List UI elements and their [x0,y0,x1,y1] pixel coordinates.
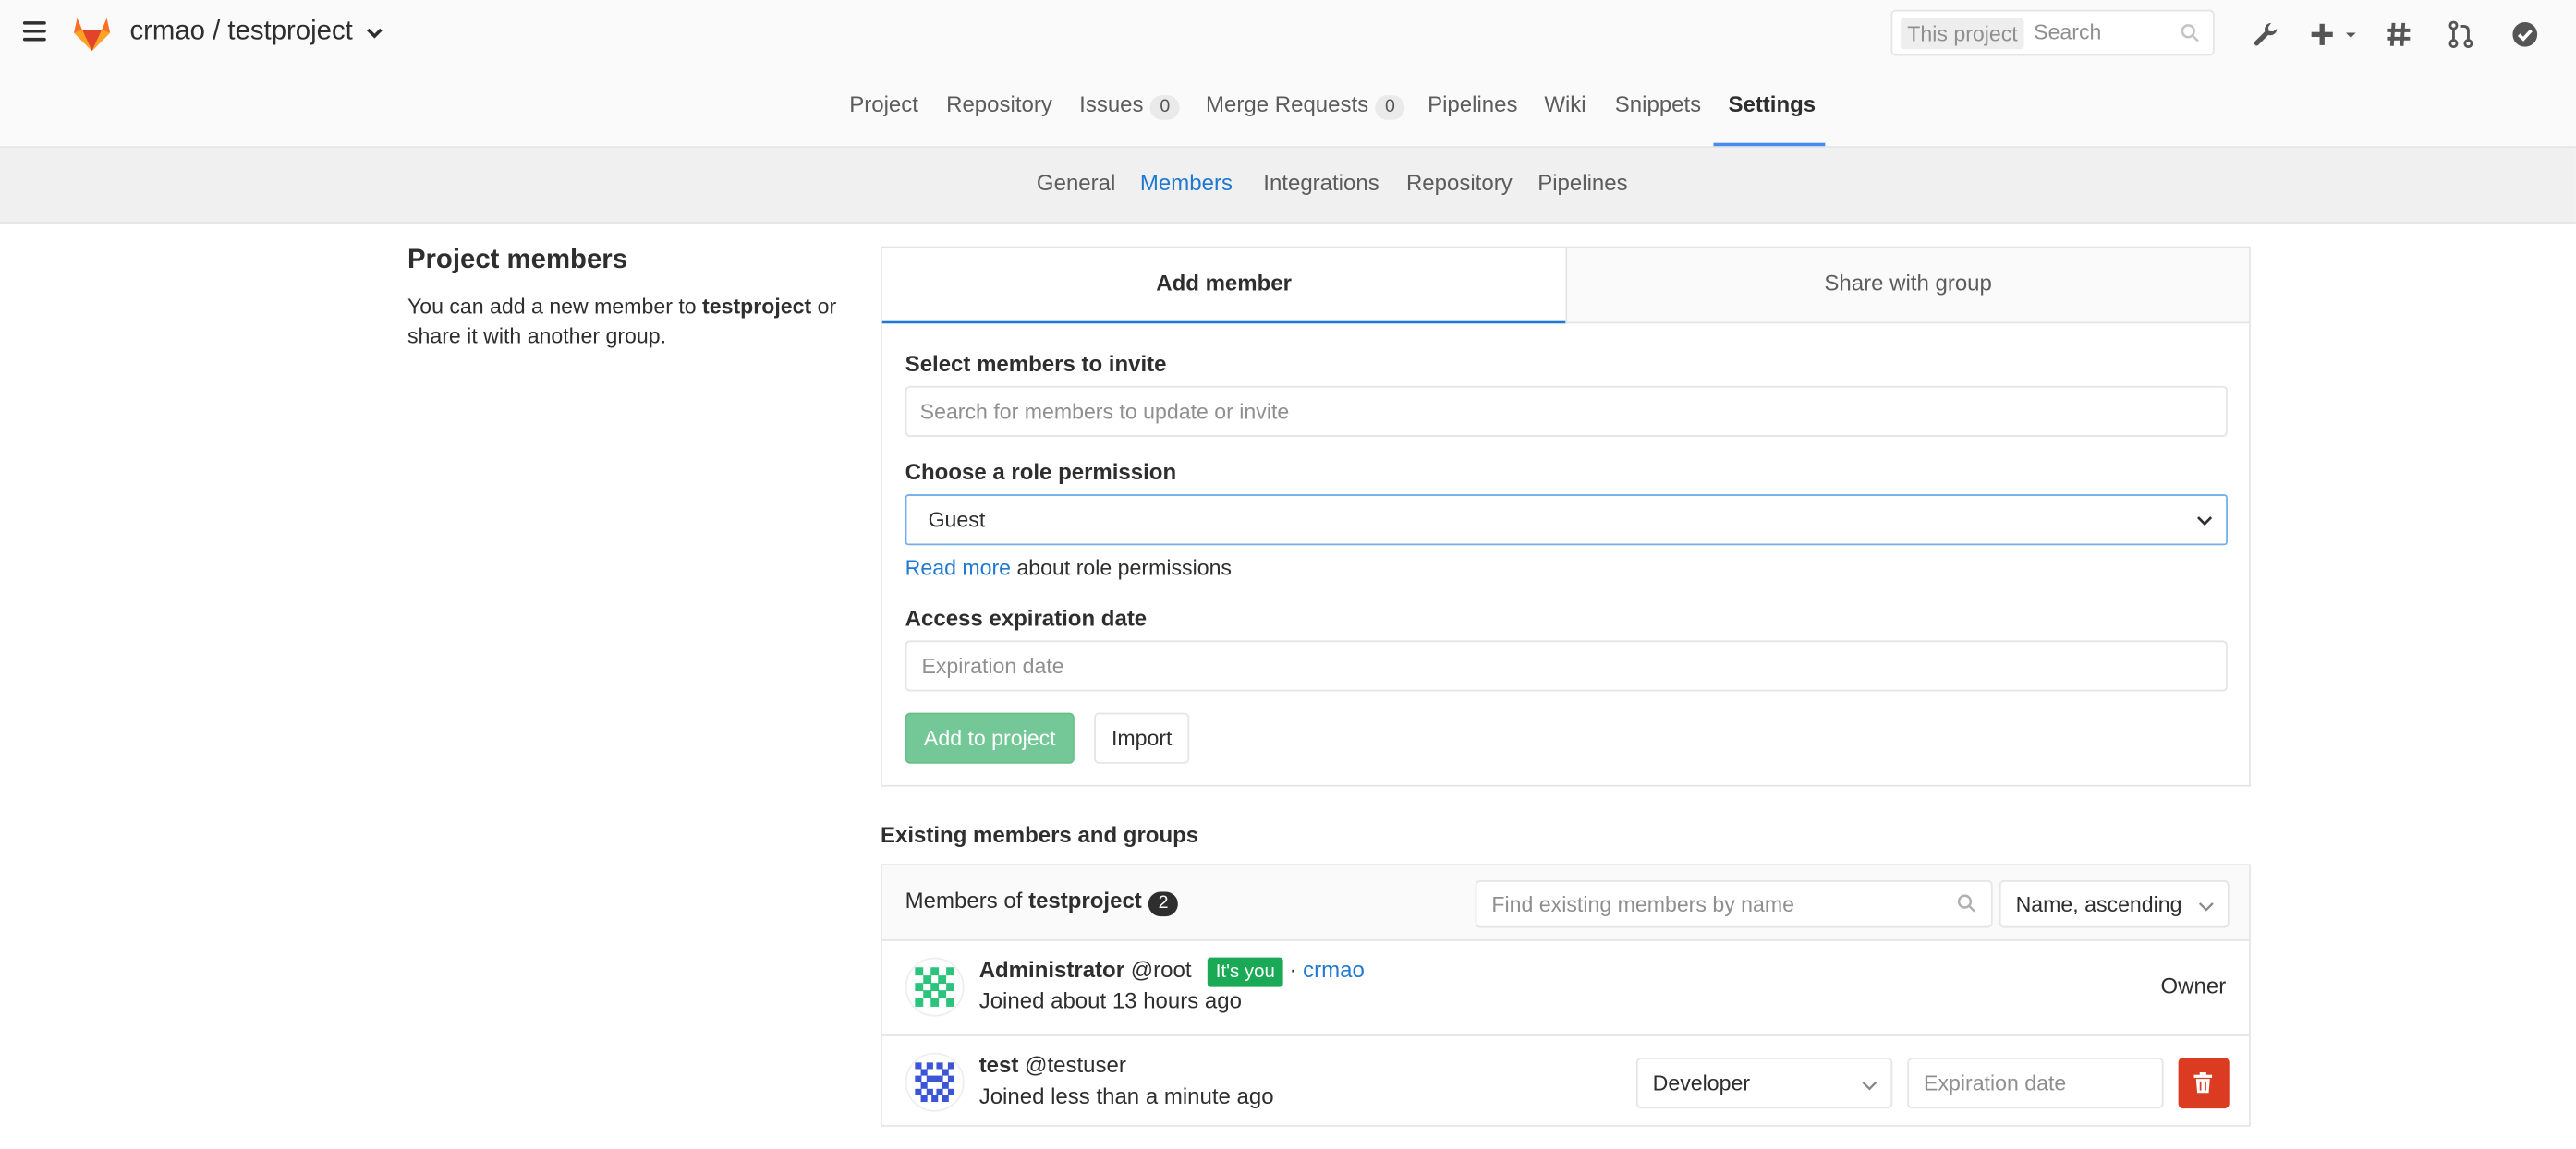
expiration-label: Access expiration date [905,606,1148,631]
member-search-input[interactable]: Search for members to update or invite [905,385,2228,437]
member-username: @testuser [1025,1052,1126,1078]
tab-add-member[interactable]: Add member [881,248,1566,324]
member-name[interactable]: Administrator [979,958,1124,983]
chevron-down-icon [1862,1081,1877,1091]
trash-icon [2193,1072,2213,1094]
tab-project[interactable]: Project [849,92,918,117]
tab-repository[interactable]: Repository [946,92,1052,117]
merge-requests-icon[interactable] [2446,19,2475,49]
issues-hash-icon[interactable] [2384,19,2413,49]
wrench-admin-icon[interactable] [2251,19,2280,49]
project-switcher[interactable]: crmao / testproject [129,17,383,48]
member-group-link[interactable]: crmao [1303,958,1365,983]
select-members-label: Select members to invite [905,351,1167,377]
member-name-line: test @testuser [979,1053,1126,1078]
todos-check-icon[interactable] [2510,19,2540,49]
role-select-value: Guest [928,507,986,533]
sort-dropdown[interactable]: Name, ascending [1999,880,2230,928]
tab-pipelines[interactable]: Pipelines [1428,92,1517,117]
tab-settings[interactable]: Settings [1728,92,1816,117]
member-expiration-input[interactable]: Expiration date [1907,1058,2164,1109]
its-you-badge: It's you [1207,957,1283,987]
tab-snippets[interactable]: Snippets [1615,92,1701,117]
role-help-text: Read more about role permissions [905,554,1232,580]
chevron-down-icon [2198,902,2214,912]
add-to-project-button[interactable]: Add to project [905,712,1075,764]
merge-requests-count-badge: 0 [1375,95,1405,120]
subnav-general[interactable]: General [1037,171,1115,196]
gitlab-logo-icon[interactable] [70,11,113,54]
member-row: Administrator @root It's you · crmao Joi… [881,941,2250,1036]
new-item-plus-icon[interactable] [2310,19,2359,49]
avatar[interactable] [905,957,965,1017]
page-title: Project members [407,244,628,274]
subnav-integrations[interactable]: Integrations [1263,171,1379,196]
issues-count-badge: 0 [1149,95,1180,120]
import-button[interactable]: Import [1094,712,1190,764]
add-member-panel: Add member Share with group Select membe… [881,246,2251,787]
page-description: You can add a new member to testproject … [407,294,837,348]
hamburger-menu-icon[interactable] [22,21,46,44]
tab-merge-requests[interactable]: Merge Requests 0 [1206,92,1405,120]
members-of-label: Members of testproject 2 [905,889,1179,917]
members-list-header: Members of testproject 2 Find existing me… [881,865,2250,941]
search-scope-badge[interactable]: This project [1901,18,2024,50]
subnav-repository[interactable]: Repository [1406,171,1513,196]
member-name-line: Administrator @root It's you · crmao [979,957,1365,987]
find-members-input[interactable]: Find existing members by name [1475,880,1993,928]
search-icon [2181,24,2199,42]
chevron-down-icon [2197,516,2213,526]
chevron-down-icon [367,28,383,39]
members-list-panel: Members of testproject 2 Find existing me… [881,864,2251,1127]
role-permission-label: Choose a role permission [905,459,1177,485]
search-placeholder: Search [2034,19,2102,45]
subnav-pipelines[interactable]: Pipelines [1537,171,1627,196]
member-row: test @testuser Joined less than a minute… [882,1036,2249,1130]
project-path: crmao / testproject [129,16,353,46]
read-more-link[interactable]: Read more [905,555,1011,580]
expiration-date-input[interactable]: Expiration date [905,640,2228,692]
member-joined: Joined about 13 hours ago [978,988,1242,1014]
role-select[interactable]: Guest [905,494,2228,546]
member-count-badge: 2 [1148,891,1179,917]
project-nav: Project Repository Issues 0 Merge Request… [0,68,2576,149]
search-icon [1957,894,1976,913]
existing-members-title: Existing members and groups [881,822,1199,848]
subnav-members[interactable]: Members [1140,171,1233,196]
settings-subnav: General Members Integrations Repository … [0,148,2576,224]
top-header: crmao / testproject This project Search [0,0,2576,69]
member-name[interactable]: test [979,1053,1019,1078]
member-role: Owner [2160,974,2227,999]
tab-wiki[interactable]: Wiki [1544,92,1586,117]
member-joined: Joined less than a minute ago [978,1083,1274,1109]
tab-issues[interactable]: Issues 0 [1079,92,1180,120]
search-input[interactable]: This project Search [1890,9,2215,56]
tab-share-with-group[interactable]: Share with group [1565,248,2250,324]
member-username: @root [1130,957,1192,983]
remove-member-button[interactable] [2178,1058,2230,1109]
avatar[interactable] [905,1052,965,1112]
member-role-dropdown[interactable]: Developer [1635,1058,1893,1109]
active-tab-indicator [1713,142,1826,147]
